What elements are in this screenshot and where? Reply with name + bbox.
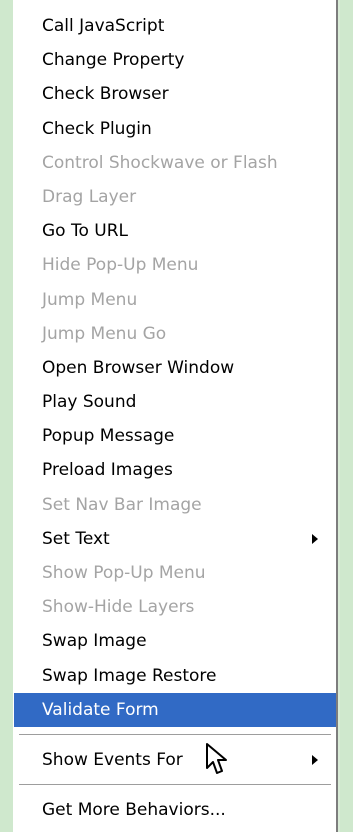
menu-item-swap-image-restore[interactable]: Swap Image Restore [14, 659, 336, 693]
menu-item-label: Swap Image Restore [42, 665, 217, 686]
menu-item-check-browser[interactable]: Check Browser [14, 77, 336, 111]
menu-item-label: Check Plugin [42, 118, 152, 139]
menu-item-open-browser-window[interactable]: Open Browser Window [14, 351, 336, 385]
background-right [340, 0, 353, 832]
menu-item-control-shockwave-or-flash: Control Shockwave or Flash [14, 146, 336, 180]
menu-item-popup-message[interactable]: Popup Message [14, 419, 336, 453]
menu-item-label: Popup Message [42, 426, 175, 447]
menu-item-hide-pop-up-menu: Hide Pop-Up Menu [14, 248, 336, 282]
menu-separator [14, 777, 336, 793]
menu-item-label: Go To URL [42, 221, 129, 242]
menu-item-label: Show Events For [42, 749, 183, 770]
menu-item-label: Swap Image [42, 631, 147, 652]
menu-item-set-nav-bar-image: Set Nav Bar Image [14, 488, 336, 522]
menu-item-set-text[interactable]: Set Text [14, 522, 336, 556]
menu-item-label: Jump Menu Go [42, 323, 167, 344]
menu-item-get-more-behaviors[interactable]: Get More Behaviors... [14, 793, 336, 827]
submenu-arrow-icon [312, 755, 318, 766]
background-left [0, 0, 13, 832]
menu-item-label: Check Browser [42, 84, 169, 105]
menu-item-label: Open Browser Window [42, 357, 235, 378]
menu-item-call-javascript[interactable]: Call JavaScript [14, 9, 336, 43]
menu-item-change-property[interactable]: Change Property [14, 43, 336, 77]
menu-item-label: Set Nav Bar Image [42, 494, 202, 515]
menu-item-label: Set Text [42, 528, 110, 549]
menu-item-label: Drag Layer [42, 186, 137, 207]
behaviors-menu-list: Call JavaScript Change Property Check Br… [14, 9, 336, 827]
menu-item-label: Show Pop-Up Menu [42, 563, 206, 583]
menu-item-label: Preload Images [42, 460, 173, 481]
menu-item-play-sound[interactable]: Play Sound [14, 385, 336, 419]
menu-item-label: Control Shockwave or Flash [42, 152, 278, 173]
menu-item-label: Hide Pop-Up Menu [42, 255, 199, 276]
menu-item-label: Show-Hide Layers [42, 597, 195, 618]
menu-item-label: Play Sound [42, 392, 137, 413]
menu-item-check-plugin[interactable]: Check Plugin [14, 112, 336, 146]
submenu-arrow-icon [312, 533, 318, 544]
menu-item-label: Validate Form [42, 699, 159, 720]
behaviors-menu: Call JavaScript Change Property Check Br… [13, 0, 338, 832]
menu-item-label: Jump Menu [42, 289, 138, 310]
menu-item-show-hide-layers: Show-Hide Layers [14, 590, 336, 624]
menu-item-drag-layer: Drag Layer [14, 180, 336, 214]
menu-separator [14, 727, 336, 743]
menu-item-jump-menu-go: Jump Menu Go [14, 317, 336, 351]
menu-item-go-to-url[interactable]: Go To URL [14, 214, 336, 248]
menu-item-show-events-for[interactable]: Show Events For [14, 743, 336, 777]
menu-item-label: Call JavaScript [42, 16, 165, 36]
menu-item-validate-form[interactable]: Validate Form [14, 692, 336, 727]
menu-item-label: Get More Behaviors... [42, 800, 226, 821]
menu-item-label: Change Property [42, 50, 185, 71]
menu-item-preload-images[interactable]: Preload Images [14, 453, 336, 487]
menu-item-show-pop-up-menu: Show Pop-Up Menu [14, 556, 336, 590]
menu-item-swap-image[interactable]: Swap Image [14, 624, 336, 658]
menu-item-jump-menu: Jump Menu [14, 283, 336, 317]
